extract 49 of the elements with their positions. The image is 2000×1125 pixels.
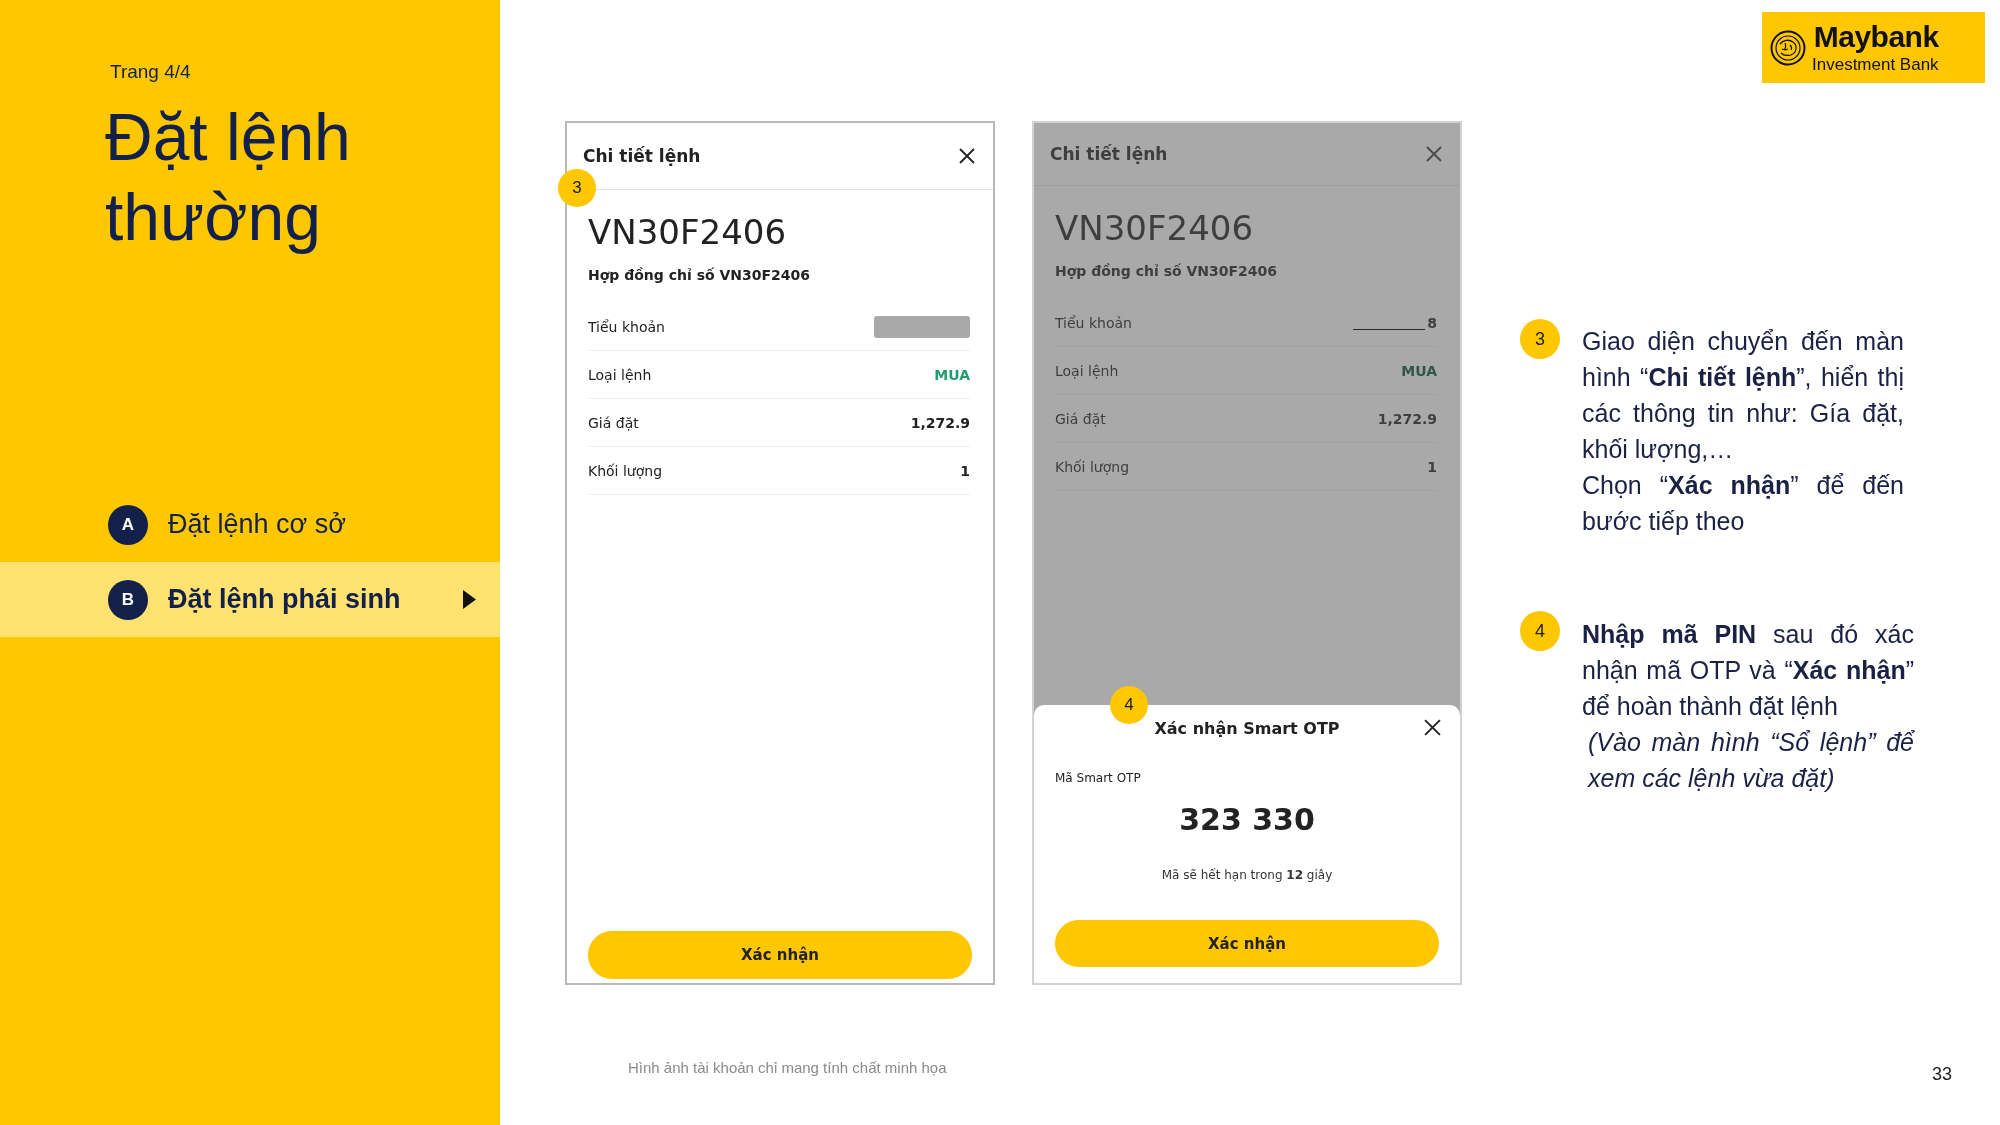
confirm-button[interactable]: Xác nhận [588, 931, 972, 979]
step-text: Giao diện chuyển đến màn hình “Chi tiết lệnh”, hiển thị các thông tin như: Gía đặt, khối lượng,… [1582, 326, 1904, 465]
close-icon[interactable] [959, 148, 975, 164]
row-value: MUA [934, 366, 970, 383]
row-value: MUA [1401, 362, 1437, 379]
row-label: Tiểu khoản [1055, 314, 1132, 331]
step-text: Chọn “Xác nhận” để đến bước tiếp theo [1582, 470, 1904, 537]
sheet-title: Xác nhận Smart OTP [1154, 718, 1340, 738]
row-value: 1,272.9 [910, 414, 970, 431]
code-label: Mã Smart OTP [1055, 770, 1141, 786]
letter-badge: A [108, 504, 148, 545]
expiry-text: Mã sẽ hết hạn trong 12 giây [1161, 867, 1333, 884]
screen-title: Chi tiết lệnh [1050, 144, 1168, 164]
row-value: 8 [1427, 314, 1437, 331]
caret-right-icon [463, 590, 476, 609]
step-badge: 3 [1520, 319, 1560, 359]
contract-description: Hợp đồng chỉ số VN30F2406 [1055, 262, 1278, 281]
emblem-icon [1770, 29, 1806, 66]
confirm-button[interactable]: Xác nhận [1055, 920, 1439, 967]
otp-code: 323 330 [1179, 801, 1315, 839]
step-text: (Vào màn hình “Sổ lệnh” để xem các lệnh vừa đặt) [1586, 727, 1914, 794]
step-badge: 4 [1110, 686, 1148, 724]
step-badge: 4 [1520, 611, 1560, 651]
step-badge: 3 [558, 169, 596, 207]
disclaimer-text: Hình ảnh tài khoản chỉ mang tính chất minh họa [628, 1059, 947, 1077]
logo-subtitle: Investment Bank [1812, 54, 1939, 75]
slide-title: Đặt lệnh thường [105, 99, 352, 256]
row-value: 1 [1427, 458, 1437, 475]
row-label: Giá đặt [588, 414, 639, 431]
page-label: Trang 4/4 [110, 61, 191, 83]
nav-item[interactable]: B Đặt lệnh phái sinh [0, 562, 500, 637]
contract-symbol: VN30F2406 [1055, 208, 1254, 248]
row-value: 1,272.9 [1377, 410, 1437, 427]
row-label: Loại lệnh [1055, 362, 1119, 379]
contract-description: Hợp đồng chỉ số VN30F2406 [588, 266, 811, 285]
screen-title: Chi tiết lệnh [583, 146, 701, 166]
contract-symbol: VN30F2406 [588, 212, 787, 252]
row-label: Tiểu khoản [588, 318, 665, 335]
nav-item[interactable]: A Đặt lệnh cơ sở [0, 487, 500, 562]
page-number: 33 [1931, 1064, 1952, 1084]
row-label: Khối lượng [1055, 458, 1130, 475]
row-value: 1 [960, 462, 970, 479]
row-label: Khối lượng [588, 462, 663, 479]
logo-wordmark: Maybank [1813, 20, 1939, 53]
row-label: Giá đặt [1055, 410, 1106, 427]
letter-badge: B [108, 579, 148, 620]
step-text: Nhập mã PIN sau đó xác nhận mã OTP và “Xác nhận” để hoàn thành đặt lệnh [1582, 619, 1914, 722]
row-label: Loại lệnh [588, 366, 652, 383]
close-icon[interactable] [1424, 719, 1441, 736]
